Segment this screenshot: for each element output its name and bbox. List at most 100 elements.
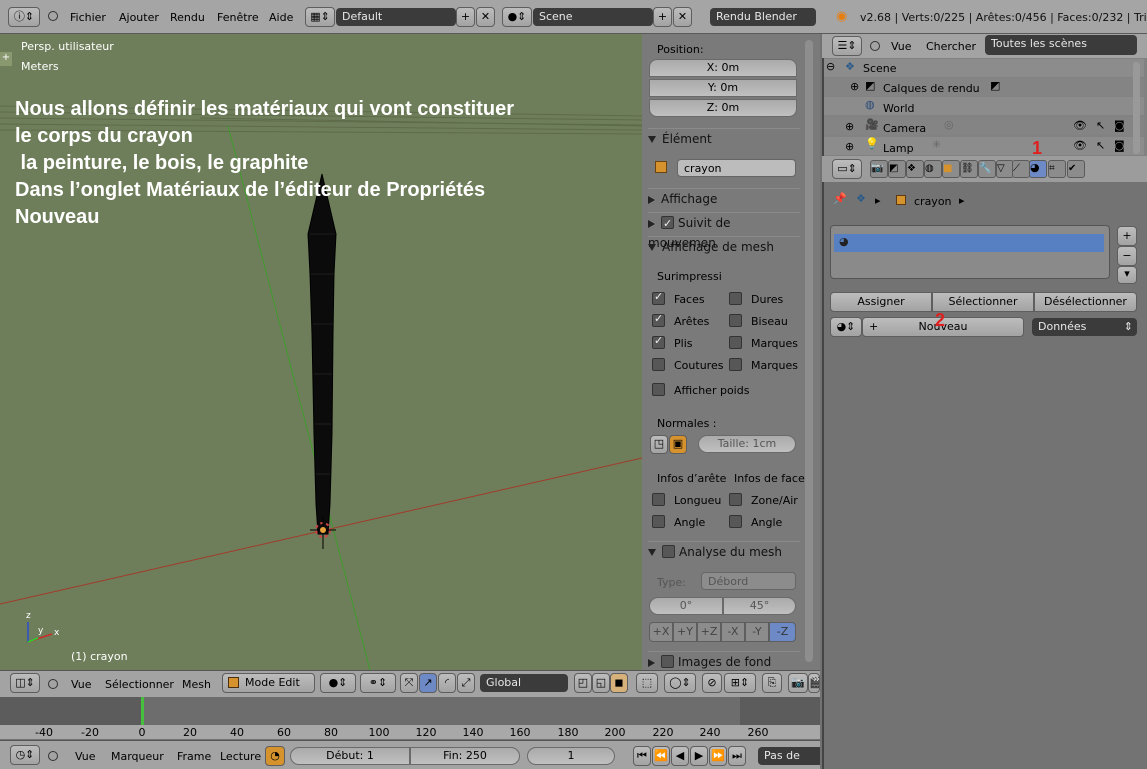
- snap-toggle[interactable]: ⊘: [702, 673, 722, 693]
- menu-rendu[interactable]: Rendu: [170, 11, 205, 24]
- scene-add-button[interactable]: +: [653, 7, 672, 27]
- play-reverse-button[interactable]: ◀: [671, 746, 689, 766]
- longueu-checkbox[interactable]: [652, 493, 665, 506]
- afficher-poids-checkbox[interactable]: [652, 383, 665, 396]
- tab-texture[interactable]: ⌗: [1048, 160, 1066, 178]
- outliner-scrollbar[interactable]: [1133, 62, 1140, 154]
- tab-object[interactable]: ■: [942, 160, 960, 178]
- current-frame-line[interactable]: [141, 697, 144, 725]
- tab-render[interactable]: 📷: [870, 160, 888, 178]
- animation-render-button[interactable]: 🎬: [808, 673, 820, 693]
- outliner-view-menu[interactable]: Vue: [891, 40, 912, 53]
- analyse-checkbox[interactable]: [662, 545, 675, 558]
- camera-expand-icon[interactable]: ⊕: [845, 120, 854, 133]
- jump-next-key-button[interactable]: ⏩: [709, 746, 727, 766]
- viewport-3d[interactable]: z y x Persp. utilisateur Meters + Nous a…: [0, 34, 642, 670]
- manipulator-toggle[interactable]: ⤧: [400, 673, 418, 693]
- preview-range-button[interactable]: ◔: [265, 746, 285, 766]
- camera-render-icon[interactable]: ◙: [1114, 119, 1125, 132]
- proportional-edit-select[interactable]: ◯⇕: [664, 673, 696, 693]
- axis-minus-x-button[interactable]: -X: [721, 622, 745, 642]
- playback-menu[interactable]: Lecture: [220, 750, 261, 763]
- axis-plus-z-button[interactable]: +Z: [697, 622, 721, 642]
- lamp-expand-icon[interactable]: ⊕: [845, 140, 854, 153]
- angle-max-field[interactable]: 45°: [723, 597, 796, 615]
- menu-fenetre[interactable]: Fenêtre: [217, 11, 259, 24]
- opengl-render-button[interactable]: ⎘: [762, 673, 782, 693]
- tab-bones[interactable]: ⟋: [1012, 160, 1030, 178]
- plis-checkbox[interactable]: [652, 334, 665, 349]
- lamp-select-icon[interactable]: ↖: [1096, 139, 1105, 152]
- collapse-icon-2[interactable]: [48, 679, 58, 689]
- end-frame-field[interactable]: Fin: 250: [410, 747, 520, 765]
- assign-button[interactable]: Assigner: [830, 292, 932, 312]
- outliner-search-menu[interactable]: Chercher: [926, 40, 976, 53]
- pivot-select[interactable]: ⚭⇕: [360, 673, 396, 693]
- tab-particles[interactable]: ✔: [1067, 160, 1085, 178]
- scene-field[interactable]: Scene: [533, 8, 653, 26]
- current-frame-field[interactable]: 1: [527, 747, 615, 765]
- position-z-field[interactable]: Z: 0m: [649, 99, 797, 117]
- sync-mode-select[interactable]: Pas de sync: [758, 747, 820, 765]
- type-select[interactable]: Débord: [701, 572, 796, 590]
- orientation-select[interactable]: Global: [480, 674, 568, 692]
- element-panel-header[interactable]: Élément: [648, 128, 800, 148]
- faces-checkbox[interactable]: [652, 290, 665, 305]
- view-menu[interactable]: Vue: [71, 678, 92, 691]
- scene-expand-icon[interactable]: ⊖: [826, 60, 835, 73]
- layout-remove-button[interactable]: ✕: [476, 7, 495, 27]
- properties-editor-type-button[interactable]: ▭⇕: [832, 159, 862, 179]
- images-fond-panel-header[interactable]: Images de fond: [648, 651, 800, 671]
- camera-render-button[interactable]: 📷: [788, 673, 808, 693]
- lamp-visibility-icon[interactable]: 👁: [1073, 139, 1087, 152]
- camera-visibility-icon[interactable]: 👁: [1073, 119, 1087, 132]
- render-engine-select[interactable]: Rendu Blender: [710, 8, 816, 26]
- translate-manipulator[interactable]: ↗: [419, 673, 437, 693]
- mesh-menu[interactable]: Mesh: [182, 678, 211, 691]
- toolshelf-toggle[interactable]: +: [0, 52, 12, 66]
- suivi-panel-header[interactable]: Suivit de mouvemen: [648, 212, 800, 250]
- rotate-manipulator[interactable]: ◜: [438, 673, 456, 693]
- n-panel-scrollbar[interactable]: [805, 40, 813, 662]
- position-x-field[interactable]: X: 0m: [649, 59, 797, 77]
- info-editor-type-button[interactable]: ⓘ⇕: [8, 7, 40, 27]
- angle-edge-checkbox[interactable]: [652, 515, 665, 528]
- tab-render-layers[interactable]: ◩: [888, 160, 906, 178]
- biseau-checkbox[interactable]: [729, 314, 742, 327]
- remove-slot-button[interactable]: −: [1117, 246, 1137, 266]
- render-layers-expand-icon[interactable]: ⊕: [850, 80, 859, 93]
- collapse-icon[interactable]: [48, 11, 58, 21]
- angle-face-checkbox[interactable]: [729, 515, 742, 528]
- menu-aide[interactable]: Aide: [269, 11, 293, 24]
- marques-checkbox-1[interactable]: [729, 336, 742, 349]
- slot-menu-button[interactable]: ▾: [1117, 266, 1137, 284]
- axis-minus-y-button[interactable]: -Y: [745, 622, 769, 642]
- menu-fichier[interactable]: Fichier: [70, 11, 106, 24]
- select-button[interactable]: Sélectionner: [932, 292, 1034, 312]
- menu-ajouter[interactable]: Ajouter: [119, 11, 159, 24]
- analyse-mesh-panel-header[interactable]: Analyse du mesh: [648, 541, 800, 561]
- coutures-checkbox[interactable]: [652, 358, 665, 371]
- axis-plus-y-button[interactable]: +Y: [673, 622, 697, 642]
- start-frame-field[interactable]: Début: 1: [290, 747, 410, 765]
- tab-world[interactable]: ◍: [924, 160, 942, 178]
- jump-prev-key-button[interactable]: ⏪: [652, 746, 670, 766]
- axis-minus-z-button[interactable]: -Z: [769, 622, 796, 642]
- scene-icon-button[interactable]: ●⇕: [502, 7, 532, 27]
- normals-size-field[interactable]: Taille: 1cm: [698, 435, 796, 453]
- tab-material[interactable]: ◕: [1029, 160, 1047, 178]
- tab-scene[interactable]: ❖: [906, 160, 924, 178]
- marker-menu[interactable]: Marqueur: [111, 750, 164, 763]
- collapse-icon-3[interactable]: [48, 751, 58, 761]
- affichage-panel-header[interactable]: Affichage: [648, 188, 800, 208]
- layout-icon-button[interactable]: ▦⇕: [305, 7, 335, 27]
- axis-plus-x-button[interactable]: +X: [649, 622, 673, 642]
- layout-add-button[interactable]: +: [456, 7, 475, 27]
- camera-select-icon[interactable]: ↖: [1096, 119, 1105, 132]
- shading-select[interactable]: ●⇕: [320, 673, 356, 693]
- limit-selection-button[interactable]: ⬚: [636, 673, 658, 693]
- add-slot-button[interactable]: +: [1117, 226, 1137, 246]
- normals-face-button[interactable]: ▣: [669, 435, 687, 454]
- material-slot-selected[interactable]: [834, 234, 1104, 252]
- jump-start-button[interactable]: ⏮: [633, 746, 651, 766]
